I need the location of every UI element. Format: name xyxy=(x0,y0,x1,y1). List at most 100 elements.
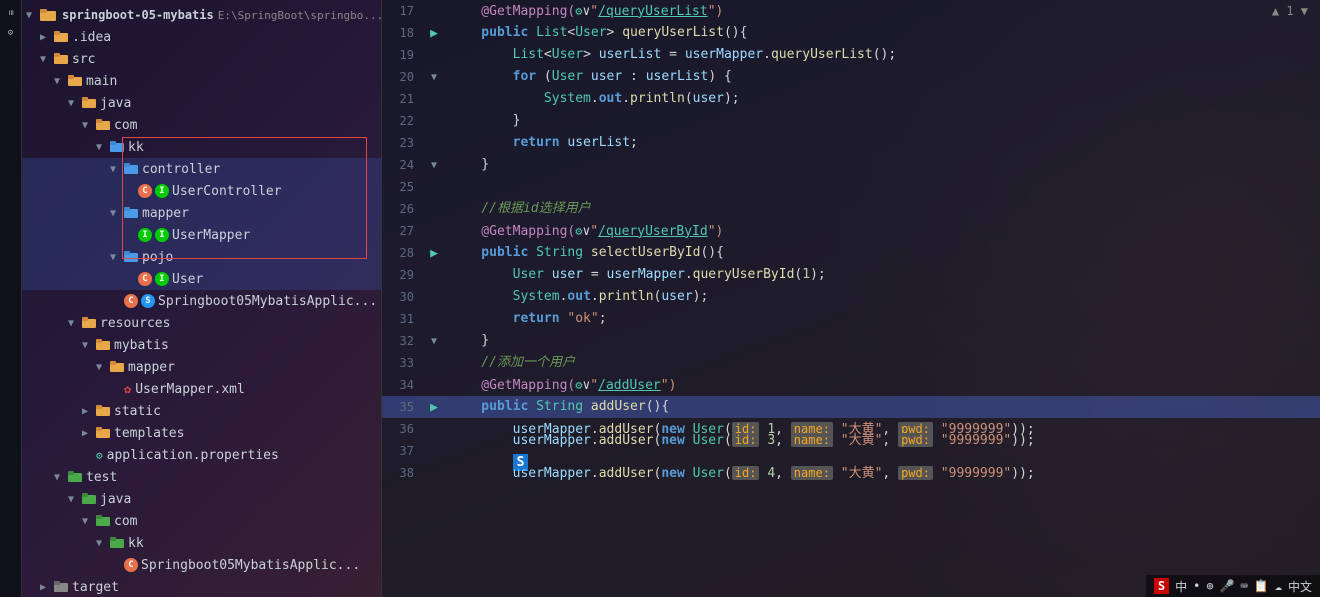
tree-item-controller[interactable]: ▼ controller xyxy=(22,158,381,180)
folder-icon-testjava xyxy=(82,493,96,505)
line-content-23: return userList; xyxy=(446,132,1320,154)
sidebar-icon-1[interactable]: ≡ xyxy=(2,4,20,22)
tree-item-com[interactable]: ▼ com xyxy=(22,114,381,136)
tree-item-idea[interactable]: ▶ .idea xyxy=(22,26,381,48)
status-bar: S 中 • ⊕ 🎤 ⌨ 📋 ☁ 中文 xyxy=(1146,575,1320,597)
status-lang[interactable]: 中文 xyxy=(1288,578,1312,595)
sogou-icon[interactable]: S xyxy=(1154,578,1169,594)
type-user-20: User xyxy=(552,69,583,84)
testjava-label: java xyxy=(100,492,131,507)
status-chinese[interactable]: 中 xyxy=(1175,578,1187,595)
run-icon-18[interactable]: ▶ xyxy=(430,26,438,41)
tree-item-usermapper-xml[interactable]: ▶ ✿ UserMapper.xml xyxy=(22,378,381,400)
code-line-32: 32 ▼ } xyxy=(382,330,1320,352)
plain-32: } xyxy=(450,333,489,348)
tree-item-appprops[interactable]: ▶ ⚙ application.properties xyxy=(22,444,381,466)
arrow-java: ▼ xyxy=(68,98,82,109)
tree-item-usercontroller[interactable]: ▶ C I UserController xyxy=(22,180,381,202)
test-label: test xyxy=(86,470,117,485)
sidebar-icon-2[interactable]: ⚙ xyxy=(2,24,20,42)
code-content[interactable]: ▲ 1 ▼ 17 @GetMapping(⚙∨"/queryUserList")… xyxy=(382,0,1320,597)
tree-item-pojo[interactable]: ▼ pojo xyxy=(22,246,381,268)
plain3-29: . xyxy=(685,267,693,282)
tree-item-root[interactable]: ▼ springboot-05-mybatis E:\SpringBoot\sp… xyxy=(22,4,381,26)
tree-item-testcom[interactable]: ▼ com xyxy=(22,510,381,532)
main-label: main xyxy=(86,74,117,89)
com-label: com xyxy=(114,118,137,133)
status-cloud[interactable]: ☁ xyxy=(1275,579,1282,593)
num-38: 4 xyxy=(767,466,775,481)
status-plus[interactable]: ⊕ xyxy=(1206,579,1213,593)
tree-item-testkk[interactable]: ▼ kk xyxy=(22,532,381,554)
line-content-18: public List<User> queryUserList(){ xyxy=(446,22,1320,44)
file-tree-inner: ▼ springboot-05-mybatis E:\SpringBoot\sp… xyxy=(22,0,381,597)
tree-item-usermapper[interactable]: ▶ I I UserMapper xyxy=(22,224,381,246)
arrow-testjava: ▼ xyxy=(68,494,82,505)
status-clipboard[interactable]: 📋 xyxy=(1254,579,1269,593)
mybatis-label: mybatis xyxy=(114,338,169,353)
type-user-29: User xyxy=(450,267,544,282)
param-pwd-37: pwd: xyxy=(898,433,933,447)
tree-item-mapper[interactable]: ▼ mapper xyxy=(22,202,381,224)
code-line-31: 31 return "ok"; xyxy=(382,308,1320,330)
arrow-mapper: ▼ xyxy=(110,208,124,219)
target-label: target xyxy=(72,580,119,595)
tree-item-java[interactable]: ▼ java xyxy=(22,92,381,114)
badge-c-testapp: C xyxy=(124,558,138,572)
line-content-20: for (User user : userList) { xyxy=(446,66,1320,88)
plain2-19: > xyxy=(583,47,599,62)
line-num-17: 17 xyxy=(382,4,422,18)
tree-item-mybatis[interactable]: ▼ mybatis xyxy=(22,334,381,356)
str-name-37: "大黄" xyxy=(841,433,883,448)
tree-item-user[interactable]: ▶ C I User xyxy=(22,268,381,290)
kw-return-31: return xyxy=(450,311,567,326)
tree-item-kk[interactable]: ▼ kk xyxy=(22,136,381,158)
fold-icon-20[interactable]: ▼ xyxy=(431,72,437,83)
status-mic[interactable]: 🎤 xyxy=(1220,579,1235,593)
code-line-33: 33 //添加一个用户 xyxy=(382,352,1320,374)
tree-item-mapper-res[interactable]: ▼ mapper xyxy=(22,356,381,378)
annotation-getmapping-17: @GetMapping( xyxy=(450,4,575,19)
tree-item-src[interactable]: ▼ src xyxy=(22,48,381,70)
kw-return-23: return xyxy=(450,135,567,150)
fn-adduser-37: addUser xyxy=(599,433,654,448)
line-num-19: 19 xyxy=(382,48,422,62)
code-line-34: 34 @GetMapping(⚙∨"/addUser") xyxy=(382,374,1320,396)
gutter-35: ▶ xyxy=(422,400,446,415)
fold-icon-32[interactable]: ▼ xyxy=(431,336,437,347)
tree-item-static[interactable]: ▶ static xyxy=(22,400,381,422)
var-mapper-38: userMapper xyxy=(450,466,591,481)
line-num-20: 20 xyxy=(382,70,422,84)
tree-item-templates[interactable]: ▶ templates xyxy=(22,422,381,444)
tree-item-main[interactable]: ▼ main xyxy=(22,70,381,92)
status-keyboard[interactable]: ⌨ xyxy=(1241,579,1248,593)
plain3-20: : xyxy=(622,69,645,84)
tree-item-target[interactable]: ▶ target xyxy=(22,576,381,597)
plain-37g xyxy=(933,433,941,448)
gutter-18: ▶ xyxy=(422,26,446,41)
static-label: static xyxy=(114,404,161,419)
line-num-33: 33 xyxy=(382,356,422,370)
templates-label: templates xyxy=(114,426,184,441)
arrow-com: ▼ xyxy=(82,120,96,131)
tree-item-testapp[interactable]: ▶ C Springboot05MybatisApplic... xyxy=(22,554,381,576)
fold-icon-24[interactable]: ▼ xyxy=(431,160,437,171)
line-content-28: public String selectUserById(){ xyxy=(446,242,1320,264)
xml-icon: ✿ xyxy=(124,382,131,396)
tree-item-springapp[interactable]: ▶ C S Springboot05MybatisApplic... xyxy=(22,290,381,312)
type-list-19: List xyxy=(450,47,544,62)
fn-println-21: println xyxy=(630,91,685,106)
folder-icon-root xyxy=(40,8,56,22)
tree-item-resources[interactable]: ▼ resources xyxy=(22,312,381,334)
line-num-22: 22 xyxy=(382,114,422,128)
tree-item-test[interactable]: ▼ test xyxy=(22,466,381,488)
line-num-28: 28 xyxy=(382,246,422,260)
code-line-25: 25 xyxy=(382,176,1320,198)
type-user-37: User xyxy=(693,433,724,448)
run-icon-35[interactable]: ▶ xyxy=(430,400,438,415)
run-icon-28[interactable]: ▶ xyxy=(430,246,438,261)
plain-31: ; xyxy=(599,311,607,326)
tree-item-testjava[interactable]: ▼ java xyxy=(22,488,381,510)
kw-new-37: new xyxy=(661,433,692,448)
var-userlist-20: userList xyxy=(646,69,709,84)
